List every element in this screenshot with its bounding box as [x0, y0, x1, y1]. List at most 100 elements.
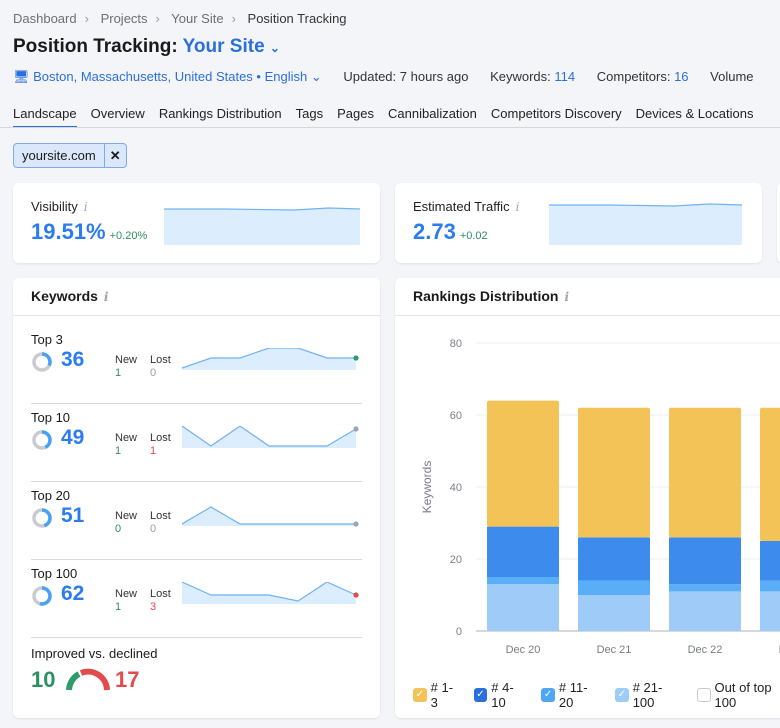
legend-label: # 11-20 — [558, 680, 588, 710]
keyword-row[interactable]: Top 20 51 New 0 Lost 0 — [31, 482, 362, 560]
legend-item[interactable]: ✓ # 21-100 — [615, 680, 683, 710]
traffic-card: Estimated Traffic i 2.73 +0.02 — [395, 183, 762, 263]
x-tick-label: Dec 21 — [597, 644, 632, 656]
chevron-down-icon: ⌄ — [269, 41, 280, 55]
new-value: 1 — [115, 601, 122, 613]
keyword-row[interactable]: Top 100 62 New 1 Lost 3 — [31, 560, 362, 638]
tab-tags[interactable]: Tags — [296, 106, 323, 128]
row-sparkline — [182, 348, 359, 370]
chevron-right-icon: › — [231, 11, 236, 26]
page-title: Position Tracking: Your Site ⌄ — [13, 36, 280, 58]
traffic-label: Estimated Traffic — [413, 199, 510, 214]
info-icon[interactable]: i — [84, 200, 88, 214]
new-label: New — [115, 354, 138, 366]
bar-segment — [487, 577, 559, 585]
keyword-row[interactable]: Top 10 49 New 1 Lost 1 — [31, 404, 362, 482]
bar-segment — [487, 584, 559, 631]
checkbox-icon[interactable]: ✓ — [413, 688, 427, 702]
row-label: Top 20 — [31, 488, 71, 503]
close-icon[interactable]: ✕ — [103, 144, 126, 167]
new-value: 1 — [115, 367, 122, 379]
improved-label: Improved vs. declined — [31, 646, 158, 661]
traffic-value: 2.73 — [413, 219, 456, 244]
traffic-delta: +0.02 — [459, 230, 488, 242]
row-sparkline — [182, 506, 359, 527]
visibility-delta: +0.20% — [109, 230, 148, 242]
new-label: New — [115, 588, 138, 600]
legend-label: Out of top 100 — [714, 680, 772, 710]
chevron-right-icon: › — [84, 11, 89, 26]
ring-icon — [32, 352, 52, 372]
breadcrumb-dashboard[interactable]: Dashboard — [13, 11, 77, 26]
keyword-row[interactable]: Top 3 36 New 1 Lost 0 — [31, 326, 362, 404]
keywords-card: Keywords i Top 3 36 New 1 Lost 0 Top 10 49 … — [13, 278, 380, 718]
lost-count: Lost 1 — [150, 432, 171, 458]
meta-bar: 🖥 Boston, Massachusetts, United States •… — [13, 69, 754, 85]
chevron-right-icon: › — [155, 11, 160, 26]
updated-text: Updated: 7 hours ago — [343, 69, 469, 84]
y-tick-label: 60 — [450, 410, 462, 422]
info-icon[interactable]: i — [564, 290, 569, 304]
checkbox-icon[interactable]: ✓ — [473, 688, 488, 702]
monitor-icon: 🖥 — [13, 69, 30, 84]
y-tick-label: 80 — [450, 338, 462, 350]
x-tick-label: Dec 20 — [506, 644, 541, 656]
new-value: 0 — [115, 523, 122, 535]
breadcrumb-site[interactable]: Your Site — [171, 11, 223, 26]
checkbox-icon[interactable]: ✓ — [615, 688, 629, 702]
tab-divider — [0, 127, 780, 128]
tab-pages[interactable]: Pages — [337, 106, 374, 128]
competitors-label: Competitors: — [596, 69, 671, 84]
rankings-distribution-card: Rankings Distribution i 0 20 40 60 80 Keywords… — [395, 278, 780, 718]
x-tick-label: Dec 22 — [688, 644, 723, 656]
improved-value: 10 — [31, 667, 56, 692]
bar-segment — [669, 407, 741, 538]
chip-label[interactable]: yoursite.com — [14, 144, 104, 167]
new-label: New — [115, 510, 138, 522]
breadcrumb-projects[interactable]: Projects — [101, 11, 148, 26]
legend-item[interactable]: ✓ # 4-10 — [473, 680, 528, 710]
new-value: 1 — [115, 445, 122, 457]
legend-item[interactable]: Out of top 100 — [696, 680, 780, 710]
row-value[interactable]: 49 — [61, 426, 84, 450]
tab-rankings-distribution[interactable]: Rankings Distribution — [159, 106, 282, 128]
row-label: Top 100 — [31, 566, 78, 581]
legend-label: # 21-100 — [632, 680, 663, 710]
row-value[interactable]: 51 — [61, 504, 84, 528]
location-selector[interactable]: 🖥 Boston, Massachusetts, United States •… — [13, 69, 322, 84]
traffic-sparkline — [549, 203, 742, 245]
tab-competitors-discovery[interactable]: Competitors Discovery — [491, 106, 622, 128]
ring-icon — [32, 430, 52, 450]
tab-overview[interactable]: Overview — [91, 106, 145, 128]
visibility-card: Visibility i 19.51% +0.20% — [13, 183, 380, 263]
site-name: Your Site — [182, 36, 265, 57]
tab-landscape[interactable]: Landscape — [13, 106, 77, 128]
keywords-value[interactable]: 114 — [554, 69, 575, 84]
bar-segment — [578, 580, 650, 595]
divider — [13, 315, 380, 316]
lost-label: Lost — [150, 510, 171, 522]
competitors-value[interactable]: 16 — [674, 69, 688, 84]
row-value[interactable]: 62 — [61, 582, 84, 606]
lost-value: 0 — [150, 523, 157, 535]
tab-cannibalization[interactable]: Cannibalization — [388, 106, 477, 128]
row-sparkline — [182, 426, 359, 448]
breadcrumb-current: Position Tracking — [247, 11, 347, 26]
info-icon[interactable]: i — [516, 200, 520, 214]
bar-segment — [578, 595, 650, 631]
tab-devices-locations[interactable]: Devices & Locations — [636, 106, 754, 128]
checkbox-icon[interactable]: ✓ — [541, 688, 555, 702]
legend-item[interactable]: ✓ # 11-20 — [541, 680, 601, 710]
info-icon[interactable]: i — [104, 290, 109, 304]
legend-item[interactable]: ✓ # 1-3 — [413, 680, 460, 710]
new-count: New 1 — [115, 354, 137, 380]
y-axis-label: Keywords — [420, 461, 434, 514]
checkbox-icon[interactable] — [696, 688, 711, 702]
lost-count: Lost 3 — [150, 588, 171, 614]
visibility-label: Visibility — [31, 199, 78, 214]
row-value[interactable]: 36 — [61, 348, 84, 372]
keywords-title: Keywords — [31, 288, 98, 304]
lost-value: 3 — [150, 601, 157, 613]
keywords-label: Keywords: — [490, 69, 551, 84]
site-selector[interactable]: Your Site ⌄ — [183, 36, 280, 57]
